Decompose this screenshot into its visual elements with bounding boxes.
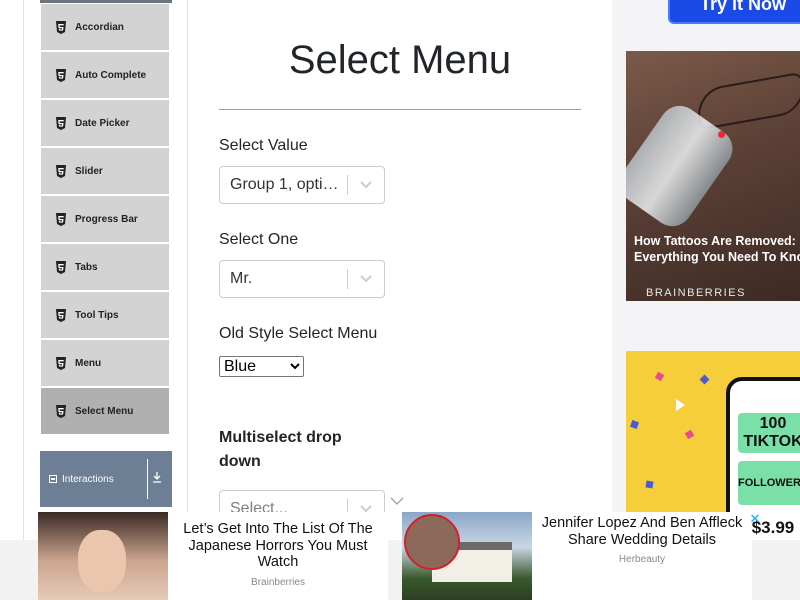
chevron-down-icon[interactable]: [348, 180, 384, 190]
ad-card-1-title: Let’s Get Into The List Of The Japanese …: [183, 521, 373, 570]
multiselect-label: Multiselect drop down: [219, 429, 342, 470]
download-arrow-icon: [152, 471, 162, 486]
tiktok-followers-box: FOLLOWERS: [738, 461, 800, 505]
confetti: [654, 371, 665, 382]
ad-card-1-source: Brainberries: [251, 576, 305, 588]
sidebar-item-menu[interactable]: Menu: [40, 339, 170, 387]
ad-image-couple: [404, 514, 460, 570]
ad-card-2-source: Herbeauty: [618, 554, 666, 565]
old-style-select-label: Old Style Select Menu: [219, 325, 378, 342]
play-icon: [676, 399, 685, 411]
ad-tattoo-source: BRAINBERRIES: [646, 287, 746, 299]
html5-icon: [55, 68, 67, 82]
multiselect-expand-icon[interactable]: [390, 493, 404, 511]
laser-dot: [718, 131, 725, 138]
sidebar-item-date-picker[interactable]: Date Picker: [40, 99, 170, 147]
html5-icon: [55, 356, 67, 370]
ad-close-icon[interactable]: ✕: [748, 512, 762, 526]
select-value-label: Select Value: [219, 137, 308, 154]
select-value-dropdown[interactable]: Group 1, option 1: [219, 166, 385, 204]
ad-image-japanese-horror[interactable]: [38, 512, 168, 600]
html5-icon: [55, 116, 67, 130]
page: Accordian Auto Complete Date Picker Slider P…: [0, 0, 800, 600]
title-divider: [219, 109, 581, 110]
tiktok-count-box: 100 TIKTOK: [738, 413, 800, 453]
sidebar-item-label: Tabs: [75, 261, 98, 273]
sidebar-item-label: Slider: [75, 165, 103, 177]
ad-cta-label: Try it Now: [700, 0, 787, 14]
select-one-label: Select One: [219, 231, 299, 248]
confetti: [645, 480, 654, 489]
sidebar-menu-list: Accordian Auto Complete Date Picker Slider P…: [40, 3, 170, 435]
ad-card-2[interactable]: Jennifer Lopez And Ben Affleck Share Wed…: [532, 512, 752, 600]
sidebar-item-label: Auto Complete: [75, 69, 147, 81]
html5-icon: [55, 308, 67, 322]
confetti: [699, 374, 710, 385]
group-header-interactions[interactable]: Interactions: [40, 451, 172, 507]
sidebar-item-auto-complete[interactable]: Auto Complete: [40, 51, 170, 99]
confetti: [630, 420, 639, 429]
page-title: Select Menu: [288, 38, 512, 82]
chevron-down-icon[interactable]: [348, 274, 384, 284]
select-one-dropdown[interactable]: Mr.: [219, 260, 385, 298]
select-one-current: Mr.: [230, 270, 253, 287]
select-value-current: Group 1, option 1: [230, 176, 347, 193]
sidebar-border-right: [187, 0, 188, 545]
ad-card-1[interactable]: Let’s Get Into The List Of The Japanese …: [168, 512, 388, 600]
html5-icon: [55, 404, 67, 418]
sidebar-item-progress-bar[interactable]: Progress Bar: [40, 195, 170, 243]
sidebar-item-label: Date Picker: [75, 117, 130, 129]
ad-tattoo-title: How Tattoos Are Removed: Everything You …: [634, 233, 800, 265]
html5-icon: [55, 20, 67, 34]
sidebar-item-tool-tips[interactable]: Tool Tips: [40, 291, 170, 339]
tiktok-brand: TIKTOK: [743, 433, 800, 450]
html5-icon: [55, 164, 67, 178]
ad-tattoo-card[interactable]: How Tattoos Are Removed: Everything You …: [626, 51, 800, 301]
old-style-select[interactable]: Blue: [219, 356, 304, 377]
sidebar-item-slider[interactable]: Slider: [40, 147, 170, 195]
ad-card-2-title: Jennifer Lopez And Ben Affleck Share Wed…: [541, 515, 743, 548]
sidebar-border-left: [23, 0, 24, 545]
html5-icon: [55, 212, 67, 226]
sidebar-item-label: Accordian: [75, 21, 124, 33]
html5-icon: [55, 260, 67, 274]
ad-image-face: [78, 530, 126, 592]
sidebar-item-label: Menu: [75, 357, 102, 369]
sidebar-item-tabs[interactable]: Tabs: [40, 243, 170, 291]
collapse-icon: [49, 475, 57, 483]
tiktok-count: 100: [759, 415, 787, 432]
sidebar-item-accordian[interactable]: Accordian: [40, 3, 170, 51]
group-header-divider: [147, 459, 148, 499]
sidebar-item-select-menu[interactable]: Select Menu: [40, 387, 170, 435]
sidebar-item-label: Select Menu: [75, 405, 134, 417]
ad-tattoo-title-line2: Everything You Need To Know: [634, 250, 800, 264]
group-header-label: Interactions: [62, 473, 114, 485]
sidebar-item-label: Progress Bar: [75, 213, 138, 225]
confetti: [684, 429, 695, 440]
sidebar-item-label: Tool Tips: [75, 309, 119, 321]
ad-tattoo-title-line1: How Tattoos Are Removed:: [634, 234, 796, 248]
ad-image-wedding[interactable]: [402, 512, 532, 600]
